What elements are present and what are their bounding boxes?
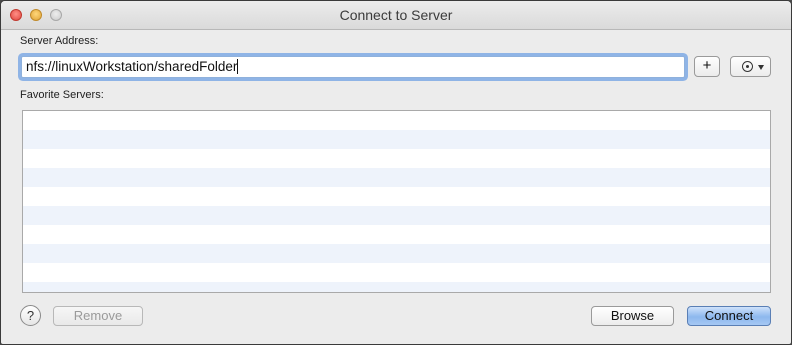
list-row bbox=[23, 244, 770, 263]
list-row bbox=[23, 149, 770, 168]
remove-button[interactable]: Remove bbox=[53, 306, 143, 326]
list-row bbox=[23, 225, 770, 244]
list-row bbox=[23, 187, 770, 206]
add-favorite-button[interactable]: + bbox=[694, 56, 720, 77]
favorite-servers-label: Favorite Servers: bbox=[20, 89, 104, 101]
browse-button[interactable]: Browse bbox=[591, 306, 674, 326]
connect-to-server-window: Connect to Server Server Address: nfs://… bbox=[0, 0, 792, 345]
help-button[interactable]: ? bbox=[20, 305, 41, 326]
list-row bbox=[23, 168, 770, 187]
list-row bbox=[23, 130, 770, 149]
title-bar: Connect to Server bbox=[1, 1, 791, 30]
server-address-value: nfs://linuxWorkstation/sharedFolder bbox=[26, 59, 238, 74]
chevron-down-icon bbox=[758, 65, 764, 70]
list-row bbox=[23, 263, 770, 282]
server-address-input[interactable]: nfs://linuxWorkstation/sharedFolder bbox=[21, 56, 685, 78]
gear-icon bbox=[742, 61, 753, 72]
list-row bbox=[23, 206, 770, 225]
favorite-servers-list[interactable] bbox=[22, 110, 771, 293]
connect-button[interactable]: Connect bbox=[687, 306, 771, 326]
text-caret bbox=[237, 59, 239, 74]
action-menu-button[interactable] bbox=[730, 56, 771, 77]
list-row bbox=[23, 282, 770, 292]
window-title: Connect to Server bbox=[339, 7, 453, 23]
list-row bbox=[23, 111, 770, 130]
server-address-label: Server Address: bbox=[20, 35, 99, 47]
